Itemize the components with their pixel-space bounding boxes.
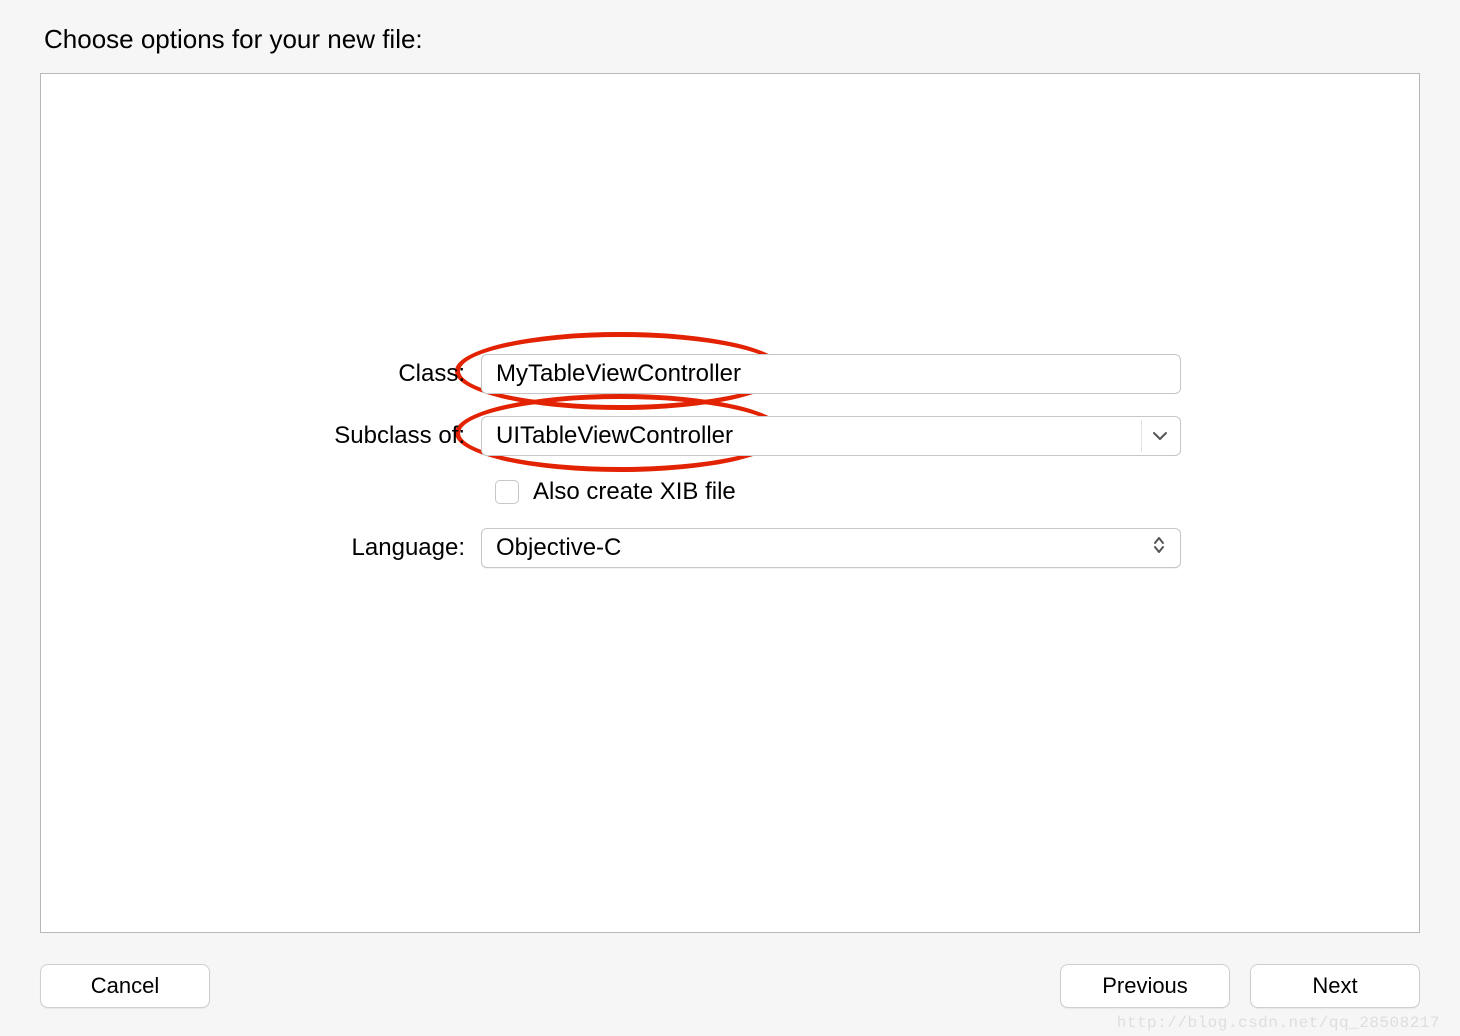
options-panel: Class: Subclass of: Also create XIB file… [40,73,1420,933]
row-xib: Also create XIB file [41,478,1419,506]
language-select[interactable]: Objective-C [481,528,1181,568]
watermark-text: http://blog.csdn.net/qq_28508217 [1117,1014,1440,1032]
subclass-combobox[interactable] [481,416,1181,456]
class-label: Class: [41,360,481,388]
cancel-button[interactable]: Cancel [40,964,210,1008]
class-input[interactable] [481,354,1181,394]
language-select-value: Objective-C [496,534,621,562]
row-subclass: Subclass of: [41,416,1419,456]
chevron-down-icon[interactable] [1141,420,1177,452]
language-label: Language: [41,534,481,562]
xib-checkbox[interactable] [495,480,519,504]
xib-checkbox-label: Also create XIB file [533,478,736,506]
page-heading: Choose options for your new file: [40,24,1420,55]
dialog-footer: Cancel Previous Next [40,964,1420,1008]
row-language: Language: Objective-C [41,528,1419,568]
next-button[interactable]: Next [1250,964,1420,1008]
updown-caret-icon [1152,534,1166,562]
previous-button[interactable]: Previous [1060,964,1230,1008]
subclass-label: Subclass of: [41,422,481,450]
file-options-form: Class: Subclass of: Also create XIB file… [41,354,1419,590]
row-class: Class: [41,354,1419,394]
